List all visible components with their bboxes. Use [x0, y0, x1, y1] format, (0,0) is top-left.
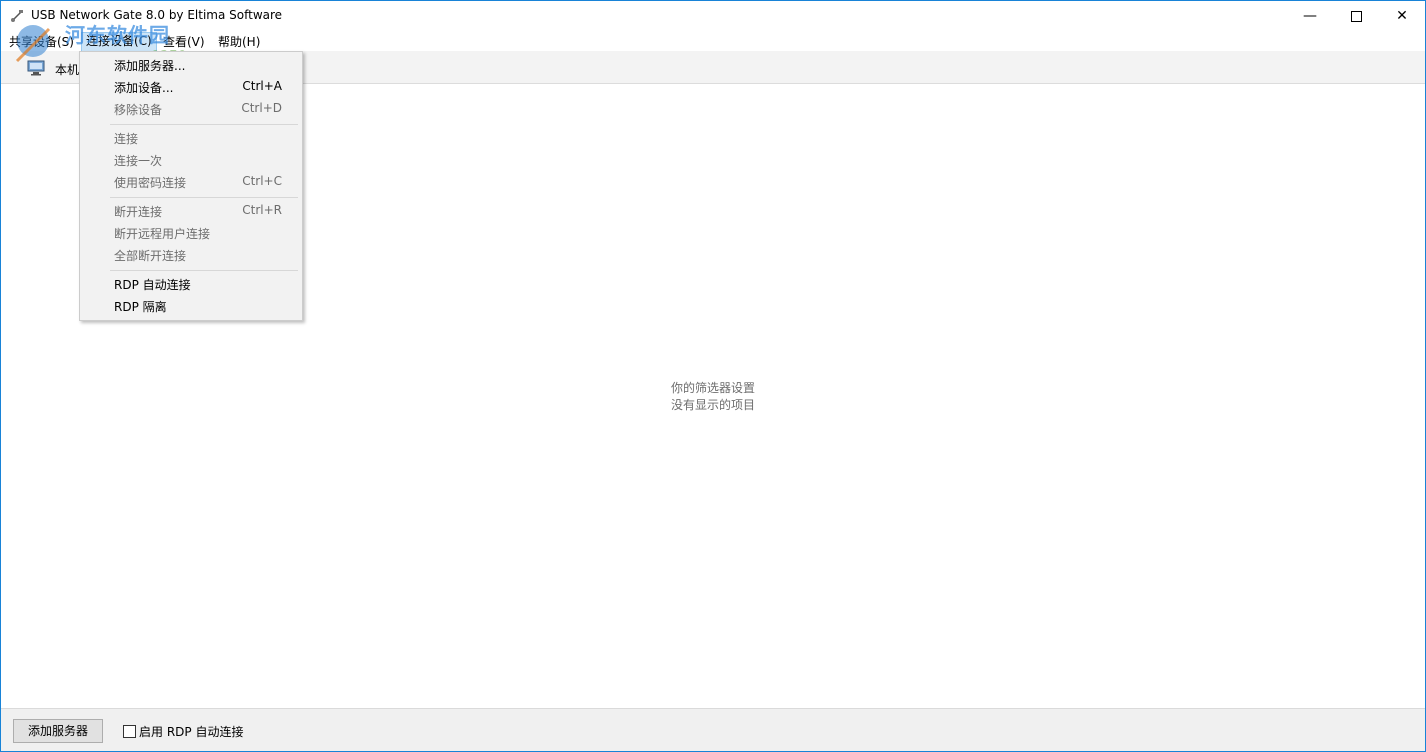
status-bar: 添加服务器 启用 RDP 自动连接	[1, 708, 1425, 751]
usb-app-icon	[11, 10, 23, 22]
menu-item-connect-with-password[interactable]: 使用密码连接 Ctrl+C	[82, 171, 300, 193]
menu-item-label: RDP 自动连接	[114, 278, 191, 292]
minimize-button[interactable]: —	[1287, 1, 1333, 31]
empty-message-line2: 没有显示的项目	[670, 398, 755, 412]
menu-item-rdp-autoconnect[interactable]: RDP 自动连接	[82, 273, 300, 295]
minimize-icon: —	[1303, 8, 1317, 24]
maximize-icon	[1350, 10, 1362, 22]
menu-view[interactable]: 查看(V)	[159, 33, 209, 51]
menu-item-connect-once[interactable]: 连接一次	[82, 149, 300, 171]
rdp-autoconnect-label[interactable]: 启用 RDP 自动连接	[139, 723, 243, 740]
menu-separator	[110, 124, 298, 125]
menu-item-shortcut: Ctrl+A	[242, 79, 282, 93]
menu-item-label: 连接	[114, 132, 139, 146]
menu-item-shortcut: Ctrl+C	[242, 174, 282, 188]
menu-help[interactable]: 帮助(H)	[214, 33, 264, 51]
menu-item-rdp-isolation[interactable]: RDP 隔离	[82, 295, 300, 317]
title-bar: USB Network Gate 8.0 by Eltima Software …	[1, 1, 1425, 31]
connect-devices-menu: 添加服务器... 添加设备... Ctrl+A 移除设备 Ctrl+D 连接 连…	[79, 51, 303, 321]
local-tab[interactable]: 本机	[55, 61, 79, 78]
menu-item-disconnect-all[interactable]: 全部断开连接	[82, 244, 300, 266]
menu-item-label: 添加设备...	[114, 81, 174, 95]
empty-message-line1: 你的筛选器设置	[670, 381, 755, 395]
rdp-autoconnect-checkbox[interactable]	[123, 725, 136, 738]
menu-item-shortcut: Ctrl+D	[241, 101, 282, 115]
menu-item-label: 添加服务器...	[114, 59, 186, 73]
menu-connect-devices[interactable]: 连接设备(C)	[81, 32, 157, 52]
menu-item-label: 移除设备	[114, 103, 163, 117]
menu-item-shortcut: Ctrl+R	[242, 203, 282, 217]
menu-item-label: 全部断开连接	[114, 249, 187, 263]
computer-icon	[27, 60, 45, 76]
maximize-button[interactable]	[1333, 1, 1379, 31]
menu-item-label: 断开远程用户连接	[114, 227, 211, 241]
close-icon: ✕	[1396, 8, 1408, 24]
menu-item-disconnect-remote-user[interactable]: 断开远程用户连接	[82, 222, 300, 244]
menu-item-disconnect[interactable]: 断开连接 Ctrl+R	[82, 200, 300, 222]
menu-item-label: 连接一次	[114, 154, 163, 168]
menu-item-connect[interactable]: 连接	[82, 127, 300, 149]
menu-separator	[110, 197, 298, 198]
menu-item-add-device[interactable]: 添加设备... Ctrl+A	[82, 76, 300, 98]
menu-item-label: 断开连接	[114, 205, 163, 219]
menu-separator	[110, 270, 298, 271]
add-server-button[interactable]: 添加服务器	[13, 719, 103, 743]
app-window: USB Network Gate 8.0 by Eltima Software …	[0, 0, 1426, 752]
menu-item-label: RDP 隔离	[114, 300, 167, 314]
menu-share-devices[interactable]: 共享设备(S)	[5, 33, 78, 51]
menu-item-remove-device[interactable]: 移除设备 Ctrl+D	[82, 98, 300, 120]
menu-bar: 共享设备(S) 连接设备(C) 查看(V) 帮助(H)	[1, 31, 1425, 52]
menu-item-label: 使用密码连接	[114, 176, 187, 190]
window-title: USB Network Gate 8.0 by Eltima Software	[31, 8, 283, 22]
menu-item-add-server[interactable]: 添加服务器...	[82, 54, 300, 76]
close-button[interactable]: ✕	[1379, 1, 1425, 31]
